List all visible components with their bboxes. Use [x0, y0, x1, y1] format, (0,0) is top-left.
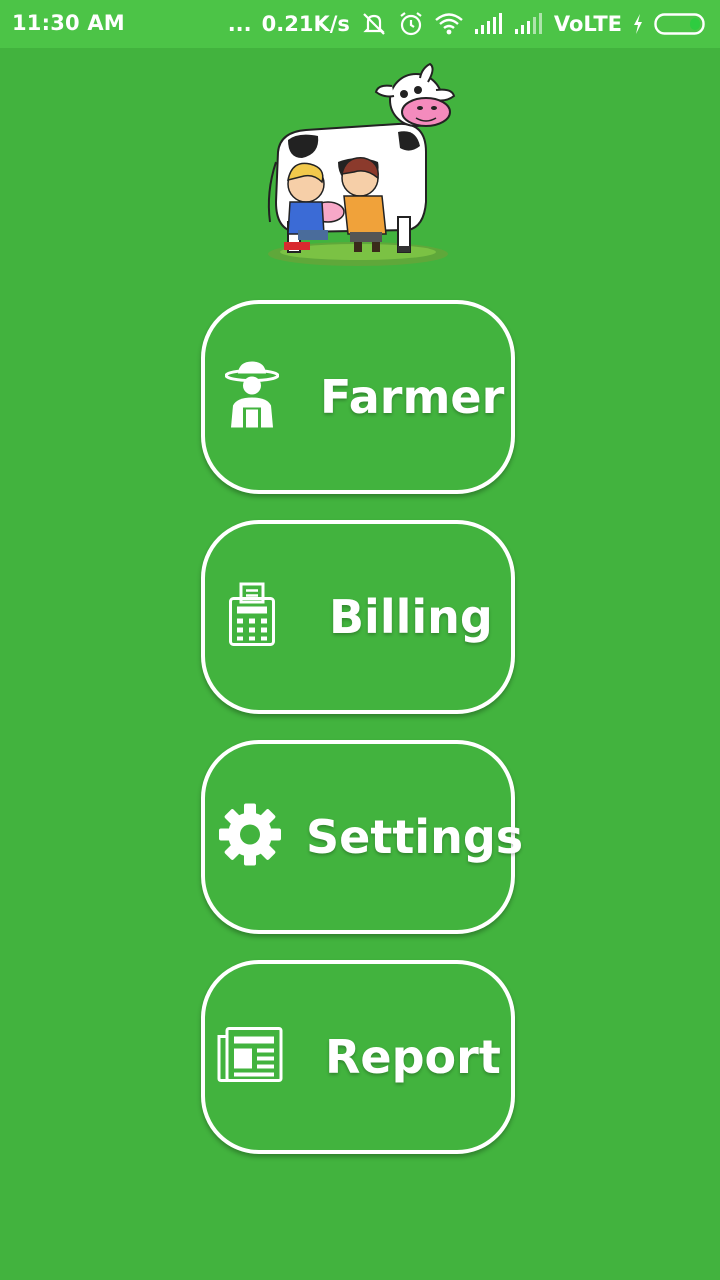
status-icons: ... 0.21K/s VoLTE	[228, 8, 708, 40]
billing-button[interactable]: Billing	[201, 520, 515, 714]
signal-icon	[474, 13, 504, 35]
farmer-button[interactable]: Farmer	[201, 300, 515, 494]
mute-icon	[360, 11, 388, 37]
settings-label: Settings	[306, 810, 524, 864]
charging-icon	[632, 13, 644, 35]
alarm-icon	[398, 11, 424, 37]
newspaper-icon	[217, 1027, 283, 1088]
status-net-speed: 0.21K/s	[261, 12, 350, 36]
billing-label: Billing	[329, 590, 493, 644]
settings-button[interactable]: Settings	[201, 740, 523, 934]
gear-icon	[217, 802, 283, 873]
status-time: 11:30 AM	[12, 11, 125, 35]
report-label: Report	[325, 1030, 501, 1084]
farmer-icon	[224, 361, 280, 433]
farmer-label: Farmer	[320, 370, 505, 424]
battery-icon	[654, 12, 708, 36]
wifi-icon	[434, 12, 464, 36]
report-button[interactable]: Report	[201, 960, 515, 1154]
signal-icon-2	[514, 13, 544, 35]
cow-milking-illustration	[258, 62, 458, 272]
status-dots: ...	[227, 12, 252, 36]
status-network-type: VoLTE	[553, 12, 622, 36]
status-bar: 11:30 AM ... 0.21K/s VoLTE	[0, 0, 720, 48]
billing-icon	[229, 582, 275, 652]
